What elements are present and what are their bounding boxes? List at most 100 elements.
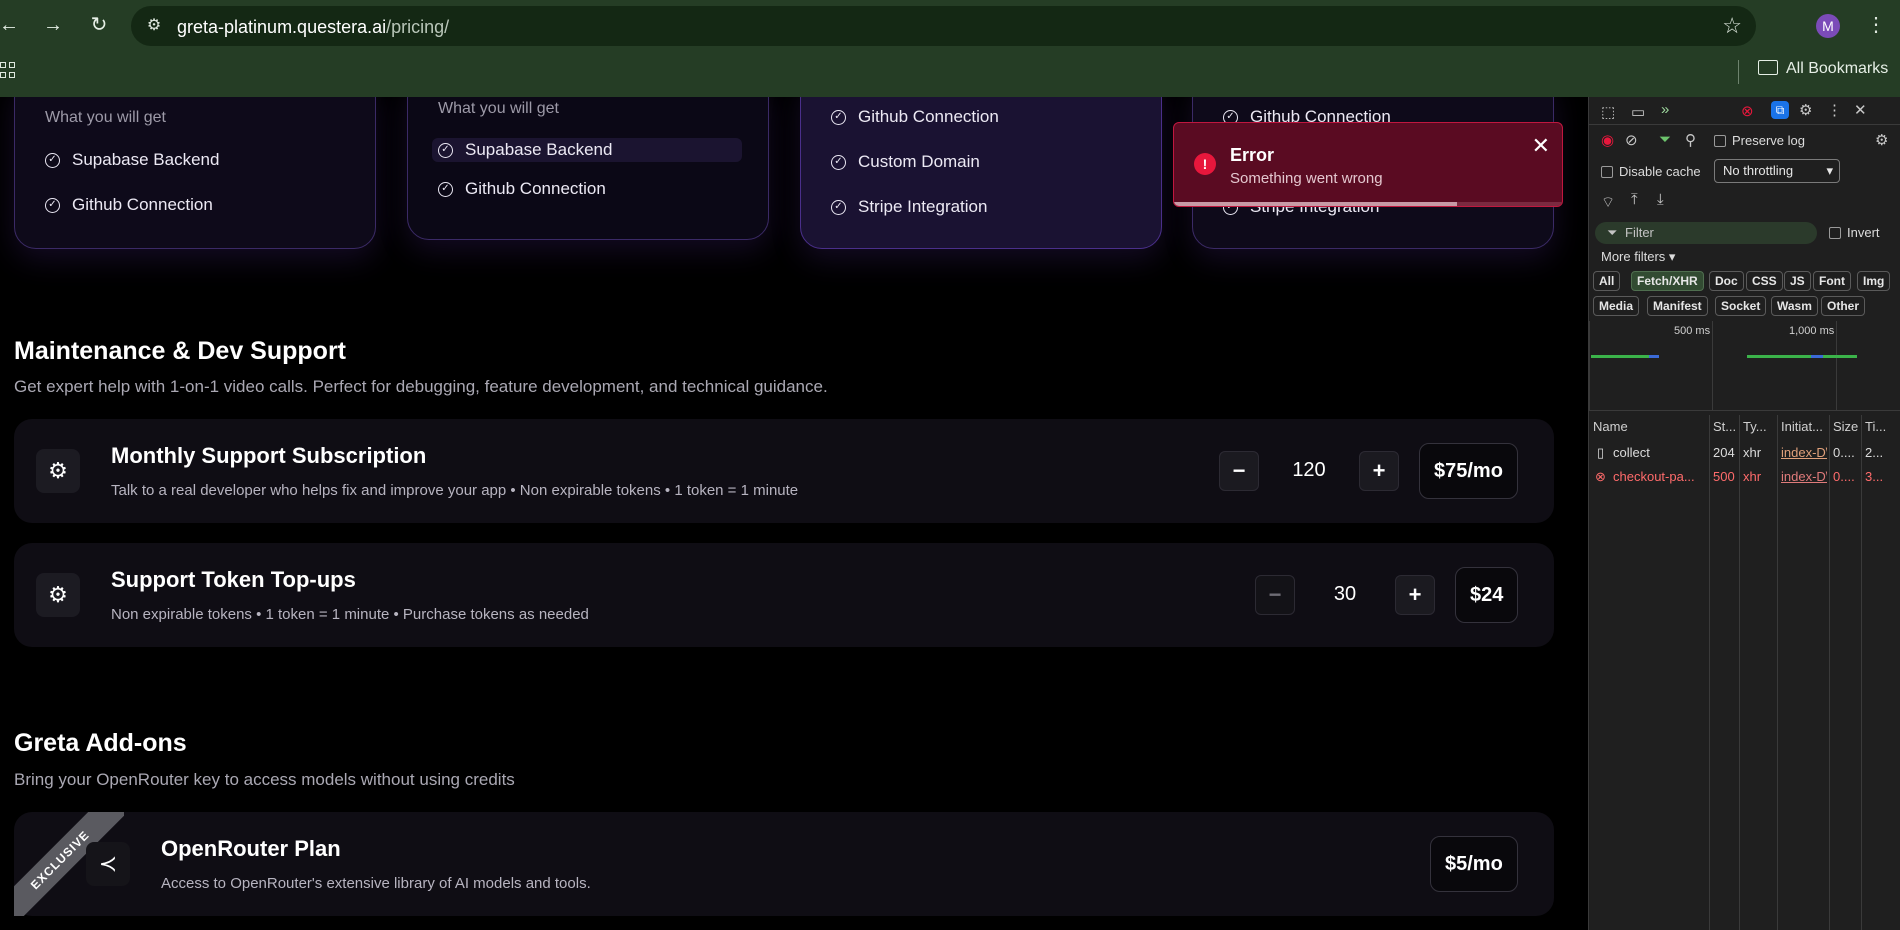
increase-button[interactable]: + — [1395, 575, 1435, 615]
plan-feature: ✓ Supabase Backend — [432, 138, 742, 162]
record-icon[interactable]: ◉ — [1601, 131, 1614, 149]
plan-feature-label: Github Connection — [465, 179, 606, 198]
filter-chip-socket[interactable]: Socket — [1715, 296, 1767, 316]
column-divider — [1739, 415, 1740, 930]
request-initiator-link[interactable]: index-D\ — [1781, 467, 1827, 487]
increase-button[interactable]: + — [1359, 451, 1399, 491]
import-har-icon[interactable]: ⤒ — [1631, 191, 1638, 208]
export-har-icon[interactable]: ⤓ — [1657, 191, 1664, 208]
preserve-log-checkbox[interactable]: Preserve log — [1714, 133, 1805, 148]
invert-checkbox[interactable]: Invert — [1829, 225, 1880, 240]
url-path: /pricing/ — [386, 17, 450, 37]
filter-chip-js[interactable]: JS — [1784, 271, 1811, 291]
check-icon: ✓ — [831, 154, 846, 170]
caret-down-icon: ▾ — [1668, 249, 1676, 264]
forward-button[interactable]: → — [40, 12, 66, 38]
error-icon: ! — [1194, 153, 1216, 175]
throttling-select[interactable]: No throttling ▾ — [1714, 159, 1840, 183]
filter-chip-img[interactable]: Img — [1857, 271, 1891, 291]
check-icon: ✓ — [438, 142, 453, 158]
close-devtools-icon[interactable]: ✕ — [1854, 101, 1867, 119]
plan-feature: ✓ Custom Domain — [831, 152, 980, 172]
section-subtitle-addons: Bring your OpenRouter key to access mode… — [14, 770, 515, 789]
column-header-status[interactable]: St... — [1713, 415, 1736, 439]
quantity-value: 120 — [1292, 459, 1326, 481]
plan-card: ✓ Github Connection ✓ Custom Domain ✓ Strip… — [800, 97, 1162, 249]
url-text[interactable]: greta-platinum.questera.ai/pricing/ — [177, 17, 449, 38]
filter-chip-manifest[interactable]: Manifest — [1647, 296, 1708, 316]
request-time: 2... — [1865, 445, 1884, 460]
request-initiator-link[interactable]: index-D\ — [1781, 443, 1827, 463]
more-tabs-icon[interactable]: » — [1661, 101, 1669, 118]
request-type: xhr — [1743, 469, 1762, 484]
disable-cache-checkbox[interactable]: Disable cache — [1601, 164, 1701, 179]
filter-chip-font[interactable]: Font — [1813, 271, 1851, 291]
filter-placeholder: Filter — [1625, 225, 1654, 240]
plan-feature-label: Supabase Backend — [465, 140, 613, 159]
quantity-value: 30 — [1333, 583, 1357, 605]
column-header-initiator[interactable]: Initiat... — [1781, 415, 1823, 439]
apps-grid-icon[interactable] — [0, 62, 16, 78]
column-divider — [1777, 415, 1778, 930]
filter-chip-media[interactable]: Media — [1593, 296, 1640, 316]
profile-avatar[interactable]: M — [1816, 14, 1840, 38]
timeline-request-bar — [1649, 355, 1659, 358]
price-button[interactable]: $75/mo — [1419, 443, 1518, 499]
search-icon[interactable]: ⚲ — [1685, 131, 1696, 149]
filter-chip-all[interactable]: All — [1593, 271, 1621, 291]
error-toast: ! Error Something went wrong ✕ — [1173, 122, 1563, 207]
reload-button[interactable]: ↻ — [86, 12, 112, 38]
column-header-name[interactable]: Name — [1593, 415, 1628, 439]
network-conditions-icon[interactable]: ⌔ — [1601, 193, 1615, 212]
more-filters-button[interactable]: More filters ▾ — [1601, 249, 1675, 265]
support-topup-row: ⚙ Support Token Top-ups Non expirable to… — [14, 543, 1554, 647]
site-info-icon[interactable]: ⚙ — [143, 15, 165, 37]
chevron-down-icon: ▾ — [1826, 163, 1833, 178]
column-header-size[interactable]: Size — [1833, 415, 1858, 439]
inspect-element-icon[interactable]: ⬚ — [1601, 103, 1615, 121]
column-header-time[interactable]: Ti... — [1865, 415, 1886, 439]
filter-chip-other[interactable]: Other — [1821, 296, 1866, 316]
network-toolbar-3: ⌔ ⤒ ⤓ — [1589, 189, 1900, 215]
network-request-row-error[interactable]: ⊗ checkout-pa... 500 xhr index-D\ 0.... … — [1589, 467, 1900, 487]
errors-icon[interactable]: ⊗ — [1741, 102, 1754, 120]
openrouter-logo-icon: ≺ — [86, 842, 130, 886]
issues-icon[interactable]: ⧉ — [1771, 101, 1789, 119]
device-toolbar-icon[interactable]: ▭ — [1631, 103, 1645, 121]
timeline-request-bar — [1591, 355, 1649, 358]
plan-feature-label: Github Connection — [72, 195, 213, 214]
price-button[interactable]: $5/mo — [1430, 836, 1518, 892]
filter-chip-css[interactable]: CSS — [1746, 271, 1783, 291]
devtools-menu-icon[interactable]: ⋮ — [1827, 101, 1842, 119]
column-divider — [1861, 415, 1862, 930]
address-bar[interactable]: ⚙ greta-platinum.questera.ai/pricing/ ☆ — [131, 6, 1756, 46]
plan-feature-label: Stripe Integration — [858, 197, 988, 216]
settings-gear-icon[interactable]: ⚙ — [1799, 101, 1812, 119]
request-size: 0.... — [1833, 469, 1855, 484]
request-type: xhr — [1743, 445, 1762, 460]
bookmark-star-icon[interactable]: ☆ — [1722, 13, 1742, 39]
url-host: greta-platinum.questera.ai — [177, 17, 387, 37]
filter-toggle-icon[interactable]: ⏷ — [1659, 131, 1671, 148]
browser-menu-icon[interactable]: ⋮ — [1866, 12, 1886, 37]
filter-chip-wasm[interactable]: Wasm — [1771, 296, 1818, 316]
devtools-panel: ⬚ ▭ » ⊗ ⧉ ⚙ ⋮ ✕ ◉ ⊘ ⏷ ⚲ Preserve log ⚙ D… — [1588, 97, 1900, 930]
check-icon: ✓ — [45, 197, 60, 213]
column-divider — [1829, 415, 1830, 930]
check-icon: ✓ — [438, 181, 453, 197]
filter-chip-fetch-xhr[interactable]: Fetch/XHR — [1631, 271, 1704, 291]
decrease-button[interactable]: − — [1219, 451, 1259, 491]
filter-chip-doc[interactable]: Doc — [1709, 271, 1744, 291]
decrease-button[interactable]: − — [1255, 575, 1295, 615]
clear-icon[interactable]: ⊘ — [1625, 131, 1638, 149]
price-button[interactable]: $24 — [1455, 567, 1519, 623]
column-header-type[interactable]: Ty... — [1743, 415, 1767, 439]
network-request-row[interactable]: ▯ collect 204 xhr index-D\ 0.... 2... — [1589, 443, 1900, 463]
network-settings-icon[interactable]: ⚙ — [1875, 131, 1888, 149]
back-button[interactable]: ← — [0, 12, 22, 38]
all-bookmarks-button[interactable]: All Bookmarks — [1758, 60, 1888, 78]
plan-feature: ✓ Supabase Backend — [45, 150, 219, 170]
close-icon[interactable]: ✕ — [1532, 133, 1550, 159]
filter-input[interactable]: ⏷ Filter — [1595, 222, 1817, 244]
network-overview-timeline[interactable]: 500 ms 1,000 ms — [1589, 321, 1900, 411]
